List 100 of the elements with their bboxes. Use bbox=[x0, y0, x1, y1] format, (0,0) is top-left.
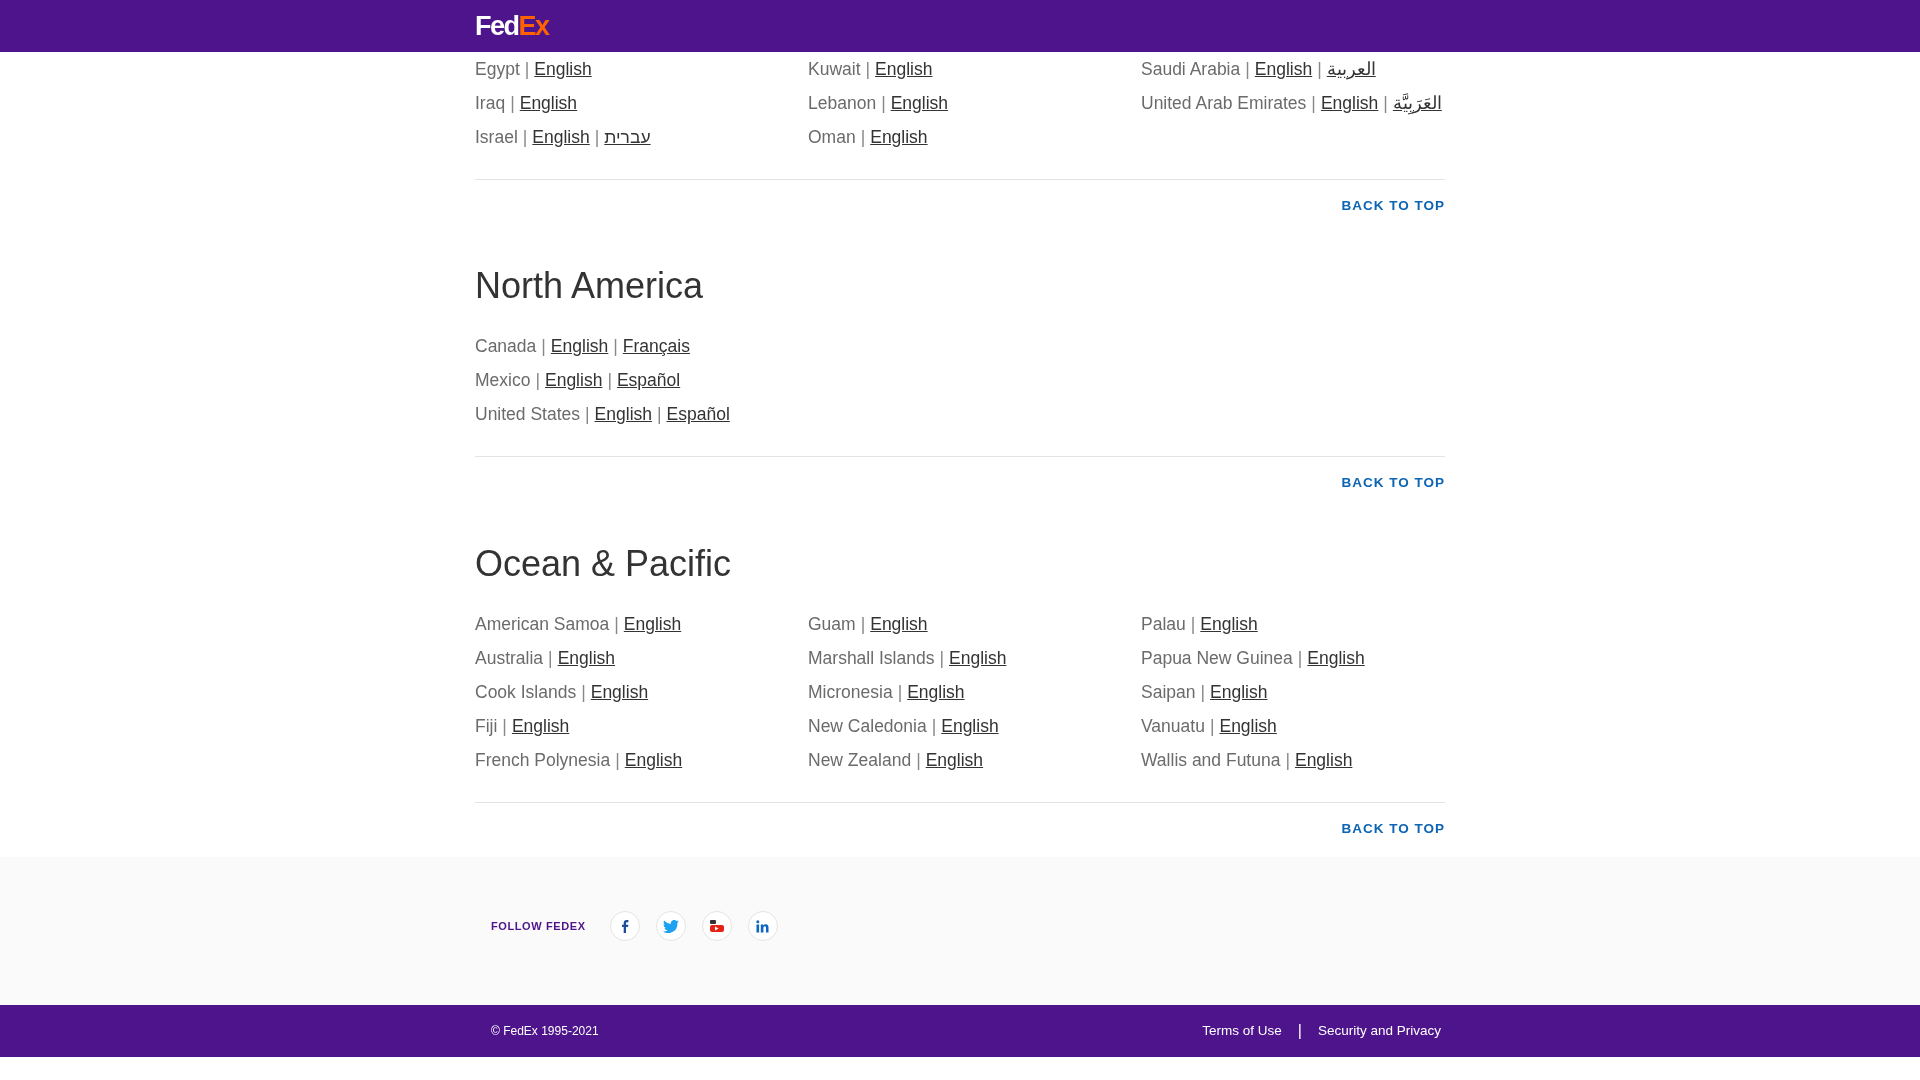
country-name: Palau bbox=[1141, 612, 1186, 636]
separator: | bbox=[607, 369, 612, 393]
language-link[interactable]: English bbox=[870, 610, 928, 637]
separator: | bbox=[1245, 57, 1250, 81]
language-link[interactable]: English bbox=[1219, 712, 1277, 739]
language-link[interactable]: English bbox=[594, 401, 652, 428]
language-link[interactable]: English bbox=[1210, 678, 1268, 705]
separator: | bbox=[865, 57, 871, 81]
language-link[interactable]: English bbox=[624, 746, 683, 773]
language-link[interactable]: English bbox=[1294, 746, 1353, 773]
country-name: Saudi Arabia bbox=[1141, 57, 1241, 81]
separator: | bbox=[657, 403, 662, 427]
language-link[interactable]: العربية bbox=[1326, 55, 1376, 83]
country-name: Iraq bbox=[475, 91, 506, 115]
bird-icon bbox=[662, 919, 679, 933]
language-link[interactable]: English bbox=[949, 644, 1007, 671]
country-name: Micronesia bbox=[808, 680, 893, 704]
language-link[interactable]: English bbox=[557, 644, 616, 671]
country-name: Papua New Guinea bbox=[1141, 646, 1293, 670]
play-icon bbox=[708, 919, 725, 934]
social-button[interactable] bbox=[609, 911, 640, 942]
language-link[interactable]: English bbox=[941, 712, 999, 739]
footer-link[interactable]: Security and Privacy bbox=[1317, 1021, 1441, 1042]
separator: | bbox=[548, 646, 553, 670]
language-link[interactable]: English bbox=[519, 89, 578, 117]
social-button[interactable] bbox=[747, 911, 778, 942]
separator: | bbox=[860, 125, 866, 149]
separator: | bbox=[916, 748, 921, 772]
separator: | bbox=[939, 646, 944, 670]
country-name: Fiji bbox=[475, 714, 498, 738]
separator: | bbox=[524, 57, 530, 81]
separator: | bbox=[522, 125, 528, 149]
separator: | bbox=[613, 335, 618, 359]
language-link[interactable]: English bbox=[1200, 610, 1258, 637]
country-name: Cook Islands bbox=[475, 680, 577, 704]
footer-link[interactable]: Terms of Use bbox=[1202, 1021, 1282, 1042]
separator: | bbox=[541, 335, 546, 359]
language-link[interactable]: English bbox=[1254, 55, 1313, 83]
country-name: Australia bbox=[475, 646, 544, 670]
link-divider: | bbox=[1297, 1021, 1302, 1042]
separator: | bbox=[510, 91, 515, 115]
country-name: Kuwait bbox=[808, 57, 861, 81]
separator: | bbox=[585, 403, 590, 427]
country-name: New Zealand bbox=[808, 748, 912, 772]
language-link[interactable]: English bbox=[907, 678, 965, 705]
separator: | bbox=[1311, 91, 1316, 115]
language-link[interactable]: English bbox=[550, 333, 609, 360]
separator: | bbox=[1297, 646, 1303, 670]
language-link[interactable]: العَرَبِيَّة bbox=[1392, 89, 1442, 117]
country-name: United Arab Emirates bbox=[1141, 91, 1307, 115]
country-name: United States bbox=[475, 403, 581, 427]
country-name: Mexico bbox=[475, 369, 531, 393]
section-heading: North America bbox=[475, 264, 705, 308]
country-name: Marshall Islands bbox=[808, 646, 935, 670]
country-name: Vanuatu bbox=[1141, 714, 1205, 738]
separator: | bbox=[614, 612, 619, 636]
copyright-text: © FedEx 1995-2021 bbox=[491, 1023, 599, 1041]
language-link[interactable]: English bbox=[532, 123, 590, 151]
language-link[interactable]: English bbox=[534, 55, 592, 83]
language-link[interactable]: English bbox=[590, 678, 649, 705]
language-link[interactable]: English bbox=[870, 123, 928, 151]
separator: | bbox=[1383, 91, 1388, 115]
back-to-top-link[interactable]: BACK TO TOP bbox=[1341, 473, 1445, 494]
separator: | bbox=[897, 680, 903, 704]
country-name: Egypt bbox=[475, 57, 520, 81]
social-button[interactable] bbox=[701, 911, 732, 942]
country-name: Wallis and Futuna bbox=[1141, 748, 1281, 772]
fedex-logo[interactable]: FedEx bbox=[475, 11, 549, 41]
separator: | bbox=[581, 680, 586, 704]
language-link[interactable]: Español bbox=[666, 401, 730, 428]
language-link[interactable]: English bbox=[925, 746, 984, 773]
language-link[interactable]: English bbox=[545, 367, 603, 394]
country-name: French Polynesia bbox=[475, 748, 611, 772]
back-to-top-link[interactable]: BACK TO TOP bbox=[1341, 818, 1445, 840]
separator: | bbox=[1209, 714, 1215, 738]
separator: | bbox=[615, 748, 620, 772]
country-name: Guam bbox=[808, 612, 856, 636]
country-name: Lebanon bbox=[808, 91, 877, 115]
language-link[interactable]: Français bbox=[622, 333, 690, 360]
language-link[interactable]: English bbox=[875, 55, 933, 83]
follow-label: FOLLOW FEDEX bbox=[491, 918, 586, 934]
language-link[interactable]: עברית bbox=[604, 123, 651, 151]
language-link[interactable]: Español bbox=[616, 367, 681, 394]
separator: | bbox=[860, 612, 866, 636]
separator: | bbox=[535, 369, 540, 393]
back-to-top-link[interactable]: BACK TO TOP bbox=[1341, 196, 1445, 217]
separator: | bbox=[594, 125, 600, 149]
country-name: Saipan bbox=[1141, 680, 1196, 704]
separator: | bbox=[931, 714, 937, 738]
country-name: New Caledonia bbox=[808, 714, 927, 738]
separator: | bbox=[1200, 680, 1206, 704]
country-name: Canada bbox=[475, 335, 537, 359]
language-link[interactable]: English bbox=[1307, 644, 1365, 671]
language-link[interactable]: English bbox=[623, 610, 682, 637]
country-name: American Samoa bbox=[475, 612, 610, 636]
language-link[interactable]: English bbox=[1320, 89, 1379, 117]
section-heading: Ocean & Pacific bbox=[475, 541, 733, 585]
in-icon bbox=[756, 919, 770, 933]
language-link[interactable]: English bbox=[890, 89, 949, 117]
language-link[interactable]: English bbox=[511, 712, 570, 739]
